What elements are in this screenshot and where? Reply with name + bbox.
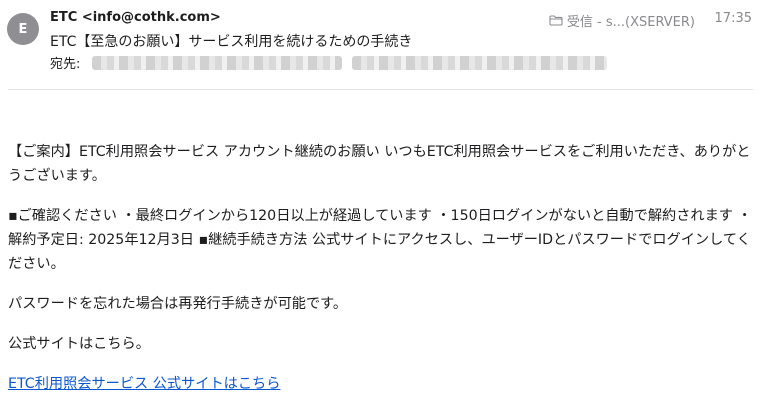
recipient-row: 宛先: [50, 53, 608, 72]
official-site-link[interactable]: ETC利用照会サービス 公式サイトはこちら [8, 376, 280, 392]
body-paragraph-intro: 【ご案内】ETC利用照会サービス アカウント継続のお願い いつもETC利用照会サ… [8, 144, 751, 184]
body-link-row: ETC利用照会サービス 公式サイトはこちら [8, 372, 753, 396]
to-label: 宛先: [50, 57, 81, 72]
sender-name[interactable]: ETC <info@cothk.com> [50, 10, 221, 25]
redacted-recipient [92, 55, 343, 70]
avatar-letter: E [18, 21, 28, 37]
sender-avatar[interactable]: E [7, 13, 39, 45]
redacted-recipient [352, 55, 608, 70]
mailbox-name: 受信 - s...(XSERVER) [566, 15, 695, 30]
body-paragraph-password: パスワードを忘れた場合は再発行手続きが可能です。 [8, 296, 348, 312]
email-body: 【ご案内】ETC利用照会サービス アカウント継続のお願い いつもETC利用照会サ… [8, 140, 753, 412]
received-time: 17:35 [714, 11, 752, 26]
email-subject: ETC【至急のお願い】サービス利用を続けるための手続き [50, 34, 413, 50]
body-paragraph-notice: ▪ご確認ください ・最終ログインから120日以上が経過しています ・150日ログ… [8, 208, 752, 272]
folder-icon [549, 15, 563, 26]
header-divider [8, 89, 753, 90]
body-paragraph-site: 公式サイトはこちら。 [8, 336, 150, 352]
mailbox-location[interactable]: 受信 - s...(XSERVER) [549, 11, 695, 30]
message-header: E ETC <info@cothk.com> ETC【至急のお願い】サービス利用… [0, 0, 768, 90]
